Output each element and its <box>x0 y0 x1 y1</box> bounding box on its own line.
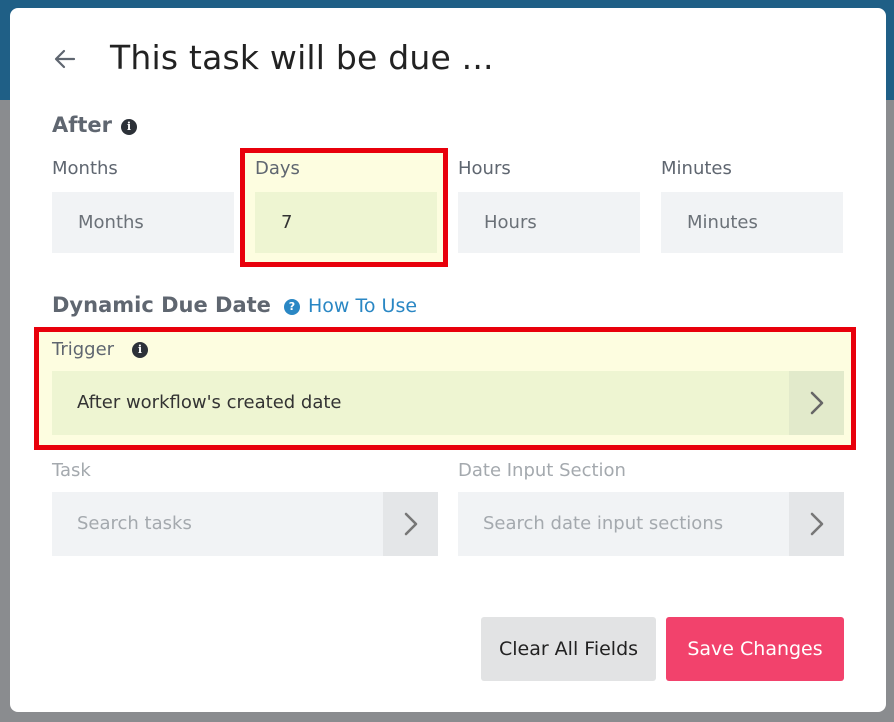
months-label: Months <box>52 158 118 179</box>
chevron-right-icon <box>810 512 824 536</box>
minutes-label: Minutes <box>661 158 732 179</box>
months-input[interactable]: Months <box>52 192 234 253</box>
task-search-input[interactable]: Search tasks <box>52 492 383 556</box>
days-label: Days <box>255 158 300 179</box>
date-input-label: Date Input Section <box>458 460 626 481</box>
hours-input[interactable]: Hours <box>458 192 640 253</box>
trigger-label: Trigger <box>52 339 115 360</box>
chevron-right-icon <box>404 512 418 536</box>
date-input-chevron-button[interactable] <box>789 492 844 556</box>
hours-label: Hours <box>458 158 511 179</box>
arrow-left-icon[interactable] <box>52 46 78 72</box>
chevron-right-icon <box>810 391 824 415</box>
save-changes-button[interactable]: Save Changes <box>666 617 844 681</box>
info-icon[interactable]: i <box>132 342 148 358</box>
trigger-select[interactable]: After workflow's created date <box>52 371 789 435</box>
date-input-search-input[interactable]: Search date input sections <box>458 492 789 556</box>
trigger-chevron-button[interactable] <box>789 371 844 435</box>
question-circle-icon[interactable]: ? <box>284 299 300 315</box>
clear-all-fields-button[interactable]: Clear All Fields <box>481 617 656 681</box>
task-label: Task <box>52 460 91 481</box>
dynamic-due-date-heading: Dynamic Due Date <box>52 293 271 317</box>
due-date-modal: This task will be due ... After i Months… <box>10 8 886 712</box>
info-icon[interactable]: i <box>121 119 137 135</box>
how-to-use-link[interactable]: How To Use <box>308 295 417 317</box>
modal-title: This task will be due ... <box>110 38 494 77</box>
days-input[interactable]: 7 <box>255 192 437 253</box>
minutes-input[interactable]: Minutes <box>661 192 843 253</box>
after-heading: After <box>52 113 113 137</box>
task-chevron-button[interactable] <box>383 492 438 556</box>
